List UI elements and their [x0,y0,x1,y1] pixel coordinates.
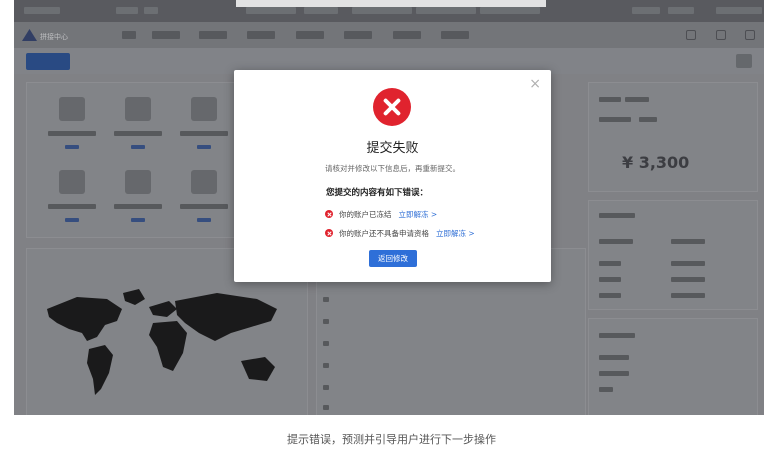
unfreeze-link[interactable]: 立即解冻 > [399,209,438,220]
unfreeze-link[interactable]: 立即解冻 > [436,228,475,239]
error-bullet-icon [325,229,333,237]
error-item: 你的账户还不具备申请资格 立即解冻 > [325,228,475,238]
error-circle-icon [373,88,411,126]
error-item: 你的账户已冻结 立即解冻 > [325,209,437,219]
dialog-title: 提交失败 [366,141,419,156]
error-bullet-icon [325,210,333,218]
error-text: 你的账户还不具备申请资格 [339,228,429,238]
dialog-description: 请核对并修改以下信息后，再重新提交。 [325,164,460,173]
error-dialog: × 提交失败 请核对并修改以下信息后，再重新提交。 您提交的内容有如下错误： 你… [234,70,551,282]
errors-heading: 您提交的内容有如下错误： [326,188,429,198]
error-text: 你的账户已冻结 [339,209,392,219]
app-screenshot: 拼接中心 ¥ 3,300 × 提交失败 请核对并修改以下信息后，再重新提交。 您… [14,0,764,415]
return-edit-button[interactable]: 返回修改 [369,250,417,267]
close-icon[interactable]: × [529,77,541,91]
figure-caption: 提示错误，预测并引导用户进行下一步操作 [287,433,496,446]
